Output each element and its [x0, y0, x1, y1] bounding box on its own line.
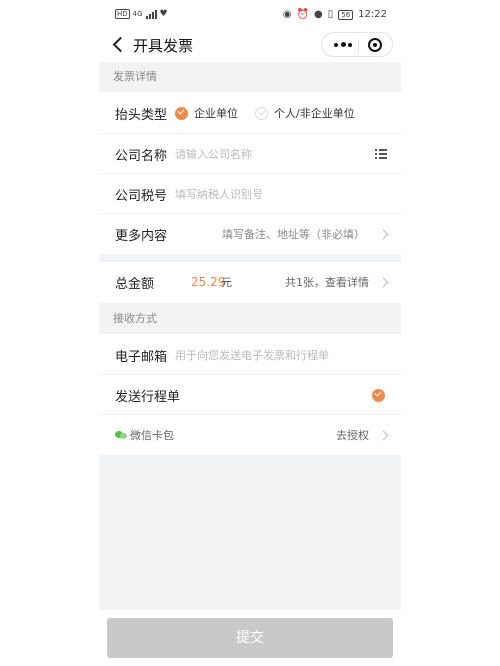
- signal-icon: [145, 9, 157, 19]
- authorize-link[interactable]: 去授权: [336, 427, 369, 443]
- radio-unchecked-icon[interactable]: [255, 106, 268, 120]
- email-label: 电子邮箱: [115, 349, 168, 365]
- chevron-right-icon: [378, 229, 389, 239]
- more-content-hint: 填写备注、地址等（非必填）: [222, 228, 365, 241]
- send-itinerary-label: 发送行程单: [115, 389, 181, 405]
- section-header-invoice-details: 发票详情: [99, 62, 401, 92]
- list-icon[interactable]: [375, 149, 387, 159]
- chevron-right-icon: [378, 277, 389, 287]
- checkbox-checked-icon[interactable]: [372, 388, 385, 402]
- option-individual[interactable]: 个人/非企业单位: [274, 105, 355, 121]
- wechat-card-row[interactable]: 微信卡包 去授权: [99, 415, 401, 455]
- tax-id-label: 公司税号: [115, 188, 168, 204]
- invoice-page: HD 4G ♥ ◉ ⏰ ● ▯ 56 12:22 开具发票 发票详情 抬头类型 …: [99, 0, 401, 666]
- section-header-receive: 接收方式: [99, 303, 401, 334]
- more-content-row[interactable]: 更多内容 填写备注、地址等（非必填）: [99, 214, 401, 254]
- section-title: 发票详情: [113, 70, 157, 83]
- title-type-label: 抬头类型: [115, 107, 168, 123]
- hd-badge: HD: [115, 9, 130, 19]
- empty-area: [99, 455, 401, 610]
- wechat-card-label: 微信卡包: [130, 429, 174, 442]
- vibrate-icon: ▯: [327, 9, 334, 20]
- footer-bar: 提交: [99, 610, 401, 666]
- radio-checked-icon[interactable]: [175, 106, 188, 120]
- back-button[interactable]: [109, 33, 129, 55]
- battery-icon: 56: [338, 9, 354, 20]
- clock-time: 12:22: [358, 9, 387, 20]
- title-type-row: 抬头类型 企业单位 个人/非企业单位: [99, 93, 401, 133]
- target-close-icon[interactable]: [368, 38, 382, 52]
- more-dots-icon[interactable]: [332, 38, 354, 51]
- amount-row[interactable]: 总金额 25.29 元 共1张，查看详情: [99, 262, 401, 302]
- wechat-icon: [115, 430, 127, 440]
- tax-id-input[interactable]: 填写纳税人识别号: [175, 186, 263, 202]
- chevron-right-icon: [378, 430, 389, 440]
- company-name-row[interactable]: 公司名称 请输入公司名称: [99, 134, 401, 174]
- mini-program-capsule: [321, 32, 393, 57]
- location-icon: ●: [314, 9, 323, 20]
- tax-id-row[interactable]: 公司税号 填写纳税人识别号: [99, 174, 401, 214]
- company-name-label: 公司名称: [115, 148, 168, 164]
- option-enterprise[interactable]: 企业单位: [194, 105, 238, 121]
- send-itinerary-row[interactable]: 发送行程单: [99, 375, 401, 415]
- email-row[interactable]: 电子邮箱 用于向您发送电子发票和行程单: [99, 335, 401, 375]
- eye-icon: ◉: [282, 9, 292, 20]
- page-title: 开具发票: [133, 37, 194, 55]
- company-name-input[interactable]: 请输入公司名称: [175, 146, 252, 162]
- amount-unit: 元: [221, 276, 232, 289]
- more-content-label: 更多内容: [115, 228, 168, 244]
- heart-icon: ♥: [159, 9, 168, 19]
- nav-bar: 开具发票: [99, 30, 401, 60]
- section-spacer: [99, 254, 401, 262]
- status-bar: HD 4G ♥ ◉ ⏰ ● ▯ 56 12:22: [99, 0, 401, 30]
- submit-button[interactable]: 提交: [107, 618, 393, 658]
- amount-detail[interactable]: 共1张，查看详情: [285, 274, 369, 290]
- email-input[interactable]: 用于向您发送电子发票和行程单: [175, 347, 329, 363]
- amount-label: 总金额: [115, 276, 155, 292]
- section-title: 接收方式: [113, 312, 157, 325]
- capsule-divider: [358, 39, 359, 52]
- network-label: 4G: [132, 10, 143, 18]
- alarm-icon: ⏰: [296, 9, 309, 20]
